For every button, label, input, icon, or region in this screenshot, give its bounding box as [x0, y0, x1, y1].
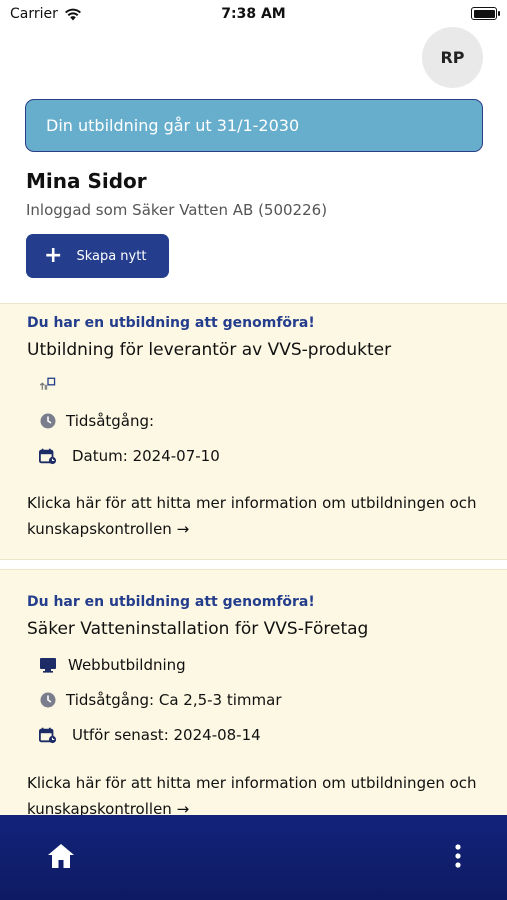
card-duration-row: Tidsåtgång: Ca 2,5-3 timmar [39, 691, 282, 709]
calendar-icon [39, 447, 57, 465]
card-duration-row: Tidsåtgång: [39, 412, 154, 430]
expiry-banner: Din utbildning går ut 31/1-2030 [25, 99, 483, 152]
card-title: Utbildning för leverantör av VVS-produkt… [27, 340, 392, 360]
card-kicker: Du har en utbildning att genomföra! [27, 594, 315, 610]
battery-icon [471, 7, 500, 20]
clock-icon [39, 691, 57, 709]
card-date-row: Utför senast: 2024-08-14 [39, 726, 261, 744]
card-date-row: Datum: 2024-07-10 [39, 447, 220, 465]
card-kicker: Du har en utbildning att genomföra! [27, 315, 315, 331]
card-date: Utför senast: 2024-08-14 [72, 726, 261, 744]
clock-icon [39, 412, 57, 430]
card-duration: Tidsåtgång: Ca 2,5-3 timmar [66, 691, 282, 709]
card-type-row [39, 375, 66, 393]
logged-in-text: Inloggad som Säker Vatten AB (500226) [26, 201, 328, 219]
status-bar: Carrier 7:38 AM [0, 0, 507, 28]
more-vertical-icon[interactable] [450, 843, 466, 869]
card-date: Datum: 2024-07-10 [72, 447, 220, 465]
card-info-link-line2: kunskapskontrollen → [27, 520, 190, 538]
create-new-button[interactable]: + Skapa nytt [26, 234, 169, 278]
training-card[interactable]: Du har en utbildning att genomföra! Utbi… [0, 303, 507, 560]
monitor-icon [39, 656, 57, 674]
bottom-nav-bar [0, 815, 507, 900]
card-title: Säker Vatteninstallation för VVS-Företag [27, 619, 369, 639]
card-type-label: Webbutbildning [68, 656, 186, 674]
broken-image-icon [39, 375, 57, 393]
calendar-icon [39, 726, 57, 744]
card-info-link[interactable]: Klicka här för att hitta mer information… [27, 490, 487, 542]
training-card[interactable]: Du har en utbildning att genomföra! Säke… [0, 569, 507, 819]
create-new-label: Skapa nytt [76, 248, 147, 264]
plus-icon: + [44, 243, 63, 268]
page-title: Mina Sidor [26, 169, 147, 193]
card-duration: Tidsåtgång: [66, 412, 155, 430]
expiry-banner-text: Din utbildning går ut 31/1-2030 [46, 116, 300, 135]
avatar[interactable]: RP [422, 27, 483, 88]
avatar-initials: RP [440, 48, 465, 67]
home-icon[interactable] [46, 841, 76, 871]
card-type-row: Webbutbildning [39, 656, 186, 674]
card-info-link-line1: Klicka här för att hitta mer information… [27, 494, 477, 512]
card-info-link-line1: Klicka här för att hitta mer information… [27, 774, 477, 792]
clock: 7:38 AM [221, 6, 286, 22]
